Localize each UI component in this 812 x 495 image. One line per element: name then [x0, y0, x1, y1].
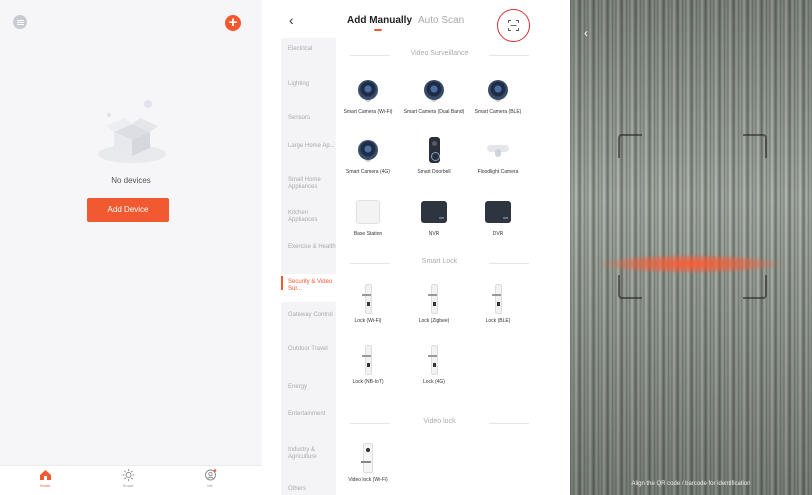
tab-me[interactable]: Me	[190, 469, 230, 488]
device-smart-camera-wifi[interactable]: Smart Camera (Wi-Fi)	[337, 74, 399, 116]
add-device-screen: ‹ Add Manually Auto Scan Electrical Ligh…	[281, 0, 543, 495]
camera-icon	[358, 140, 378, 160]
lock-icon	[361, 284, 372, 314]
camera-icon	[424, 80, 444, 100]
active-tab-indicator	[374, 29, 382, 31]
scan-frame-corner	[618, 275, 642, 299]
sidebar-item-lighting[interactable]: Lighting	[281, 81, 336, 88]
category-sidebar: Electrical Lighting Sensors Large Home A…	[281, 38, 336, 495]
dvr-icon	[485, 201, 511, 223]
device-label: Video lock (Wi-Fi)	[348, 477, 388, 483]
device-label: Lock (Wi-Fi)	[354, 318, 382, 324]
device-smart-doorbell[interactable]: Smart Doorbell	[403, 134, 465, 176]
device-smart-camera-dual-band[interactable]: Smart Camera (Dual Band)	[403, 74, 465, 116]
tab-home-label: Home	[39, 483, 51, 488]
lock-icon	[491, 284, 502, 314]
profile-icon	[204, 469, 216, 481]
device-smart-camera-4g[interactable]: Smart Camera (4G)	[337, 134, 399, 176]
floodlight-icon	[487, 143, 509, 157]
device-nvr[interactable]: NVR	[403, 196, 465, 238]
camera-icon	[488, 80, 508, 100]
doorbell-icon	[428, 137, 440, 163]
scan-hint-text: Align the QR code / barcode for identifi…	[631, 481, 751, 487]
section-title-video-lock: Video lock	[336, 418, 543, 428]
scan-frame-corner	[618, 134, 642, 158]
sidebar-item-sensors[interactable]: Sensors	[281, 115, 336, 122]
scan-icon[interactable]	[508, 20, 519, 31]
device-lock-nb-iot[interactable]: Lock (NB-IoT)	[337, 344, 399, 386]
device-label: Smart Camera (4G)	[346, 169, 390, 175]
empty-box-illustration	[98, 100, 166, 163]
sidebar-item-security-video[interactable]: Security & Video Sur...	[281, 274, 336, 302]
empty-state-text: No devices	[111, 176, 151, 185]
device-label: Smart Camera (Dual Band)	[403, 109, 465, 115]
device-label: NVR	[428, 231, 440, 237]
back-icon[interactable]: ‹	[289, 12, 294, 28]
lock-icon	[427, 345, 438, 375]
sidebar-item-kitchen-appliances[interactable]: Kitchen Appliances	[281, 210, 336, 224]
section-title-smart-lock: Smart Lock	[336, 258, 543, 268]
tab-add-manually[interactable]: Add Manually	[347, 15, 412, 26]
tab-home[interactable]: Home	[25, 469, 65, 488]
video-lock-icon	[361, 443, 373, 473]
device-label: Floodlight Camera	[477, 169, 519, 175]
add-device-button[interactable]: Add Device	[87, 198, 169, 222]
device-label: DVR	[492, 231, 504, 237]
section-title-video-surveillance: Video Surveillance	[336, 50, 543, 60]
device-lock-4g[interactable]: Lock (4G)	[403, 344, 465, 386]
device-label: Base Station	[353, 231, 383, 237]
device-label: Lock (NB-IoT)	[352, 379, 384, 385]
scan-frame-corner	[743, 134, 767, 158]
house-icon	[39, 470, 51, 480]
sidebar-item-electrical[interactable]: Electrical	[281, 46, 336, 53]
qr-scanner-screen: ‹ Align the QR code / barcode for identi…	[570, 0, 812, 495]
device-label: Lock (BLE)	[485, 318, 511, 324]
sidebar-item-entertainment[interactable]: Entertainment	[281, 411, 336, 418]
scan-laser-line	[598, 254, 784, 274]
home-screen: + No devices Add Device Home Smart Me	[0, 0, 262, 495]
back-icon[interactable]: ‹	[584, 26, 588, 40]
camera-preview	[570, 0, 812, 495]
lock-icon	[361, 345, 372, 375]
menu-icon[interactable]	[13, 15, 27, 29]
device-video-lock-wifi[interactable]: Video lock (Wi-Fi)	[337, 442, 399, 484]
base-station-icon	[356, 200, 380, 224]
device-label: Smart Camera (Wi-Fi)	[343, 109, 393, 115]
sidebar-item-others[interactable]: Others	[281, 486, 336, 493]
device-smart-camera-ble[interactable]: Smart Camera (BLE)	[467, 74, 529, 116]
sidebar-item-industry-agriculture[interactable]: Industry & Agriculture	[281, 447, 336, 461]
tab-smart[interactable]: Smart	[108, 469, 148, 488]
sun-icon	[122, 469, 134, 481]
device-dvr[interactable]: DVR	[467, 196, 529, 238]
tab-auto-scan[interactable]: Auto Scan	[418, 15, 464, 26]
device-label: Smart Doorbell	[417, 169, 451, 175]
lock-icon	[427, 284, 438, 314]
bottom-tab-bar: Home Smart Me	[0, 465, 262, 495]
nvr-icon	[421, 201, 447, 223]
device-lock-ble[interactable]: Lock (BLE)	[467, 283, 529, 325]
device-label: Lock (4G)	[423, 379, 445, 385]
sidebar-item-exercise-health[interactable]: Exercise & Health	[281, 244, 336, 251]
camera-icon	[358, 80, 378, 100]
scan-frame-corner	[743, 275, 767, 299]
device-label: Smart Camera (BLE)	[474, 109, 522, 115]
tab-smart-label: Smart	[122, 483, 134, 488]
sidebar-item-large-home-appliances[interactable]: Large Home Ap...	[281, 143, 336, 150]
device-lock-wifi[interactable]: Lock (Wi-Fi)	[337, 283, 399, 325]
sidebar-item-gateway-control[interactable]: Gateway Control	[281, 312, 336, 319]
device-floodlight-camera[interactable]: Floodlight Camera	[467, 134, 529, 176]
tab-me-label: Me	[207, 483, 213, 488]
sidebar-item-outdoor-travel[interactable]: Outdoor Travel	[281, 346, 336, 353]
device-lock-zigbee[interactable]: Lock (Zigbee)	[403, 283, 465, 325]
sidebar-item-small-home-appliances[interactable]: Small Home Appliances	[281, 177, 336, 191]
sidebar-item-energy[interactable]: Energy	[281, 384, 336, 391]
device-label: Lock (Zigbee)	[418, 318, 450, 324]
add-icon[interactable]: +	[225, 15, 241, 31]
device-base-station[interactable]: Base Station	[337, 196, 399, 238]
